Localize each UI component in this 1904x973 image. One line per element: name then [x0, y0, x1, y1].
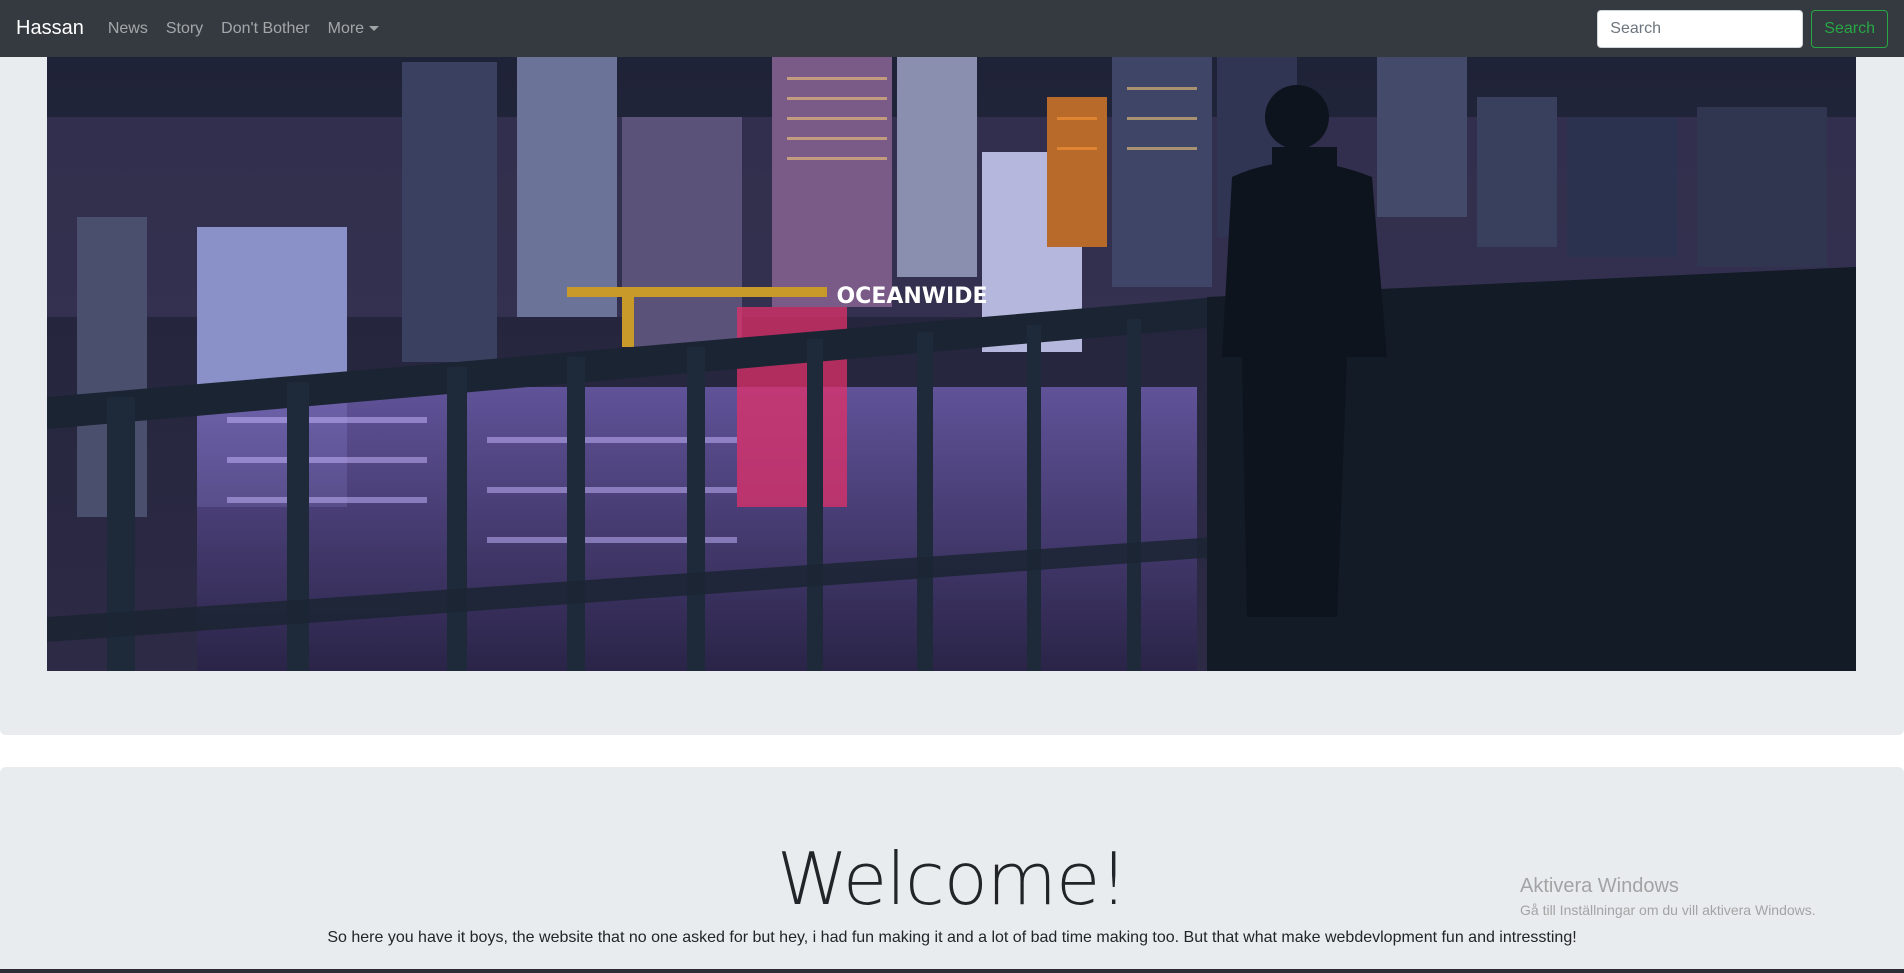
welcome-paragraph: So here you have it boys, the website th… [327, 929, 1577, 946]
nav-dropdown-more[interactable]: More [327, 19, 380, 38]
city-skyline-graphic: OCEANWIDE [47, 57, 1856, 671]
watermark-title: Aktivera Windows [1520, 875, 1679, 897]
nav-link-news[interactable]: News [108, 20, 148, 38]
hero-jumbotron: OCEANWIDE [0, 57, 1904, 735]
search-input[interactable] [1597, 9, 1804, 48]
nav-link-dont-bother[interactable]: Don't Bother [221, 20, 309, 38]
caret-down-icon [369, 26, 380, 31]
nav-link-label: Don't Bother [221, 19, 310, 37]
taskbar-edge [0, 969, 1904, 973]
hero-sign-text: OCEANWIDE [836, 284, 987, 309]
search-button[interactable]: Search [1811, 9, 1888, 48]
brand-link[interactable]: Hassan [16, 17, 84, 40]
windows-activation-watermark: Aktivera Windows Gå till Inställningar o… [1520, 875, 1816, 918]
navbar: Hassan News Story Don't Bother More Sear… [0, 0, 1904, 57]
nav-link-label: News [107, 19, 148, 37]
nav-link-label: More [327, 19, 365, 37]
nav-link-story[interactable]: Story [166, 20, 203, 38]
watermark-subtitle: Gå till Inställningar om du vill aktiver… [1520, 902, 1816, 918]
welcome-jumbotron: Welcome! So here you have it boys, the w… [0, 767, 1904, 973]
search-form: Search [1597, 9, 1888, 48]
nav-link-label: Story [165, 19, 204, 37]
hero-city-night-image: OCEANWIDE [47, 57, 1856, 671]
